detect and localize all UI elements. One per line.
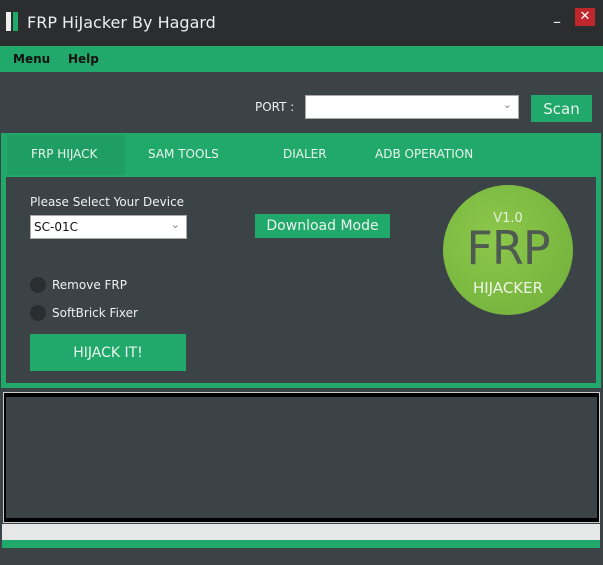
- remove-frp-radio[interactable]: [30, 277, 46, 293]
- tab-sam-tools[interactable]: SAM TOOLS: [148, 147, 219, 161]
- app-logo-icon: [6, 12, 11, 31]
- tab-frp-hijack[interactable]: FRP HIJACK: [31, 147, 97, 161]
- device-value: SC-01C: [34, 220, 78, 234]
- close-button[interactable]: ✕: [575, 8, 595, 26]
- menu-bar: Menu Help: [0, 46, 603, 72]
- port-label: PORT :: [255, 100, 295, 114]
- app-logo-icon-bar: [13, 12, 18, 31]
- download-mode-button[interactable]: Download Mode: [255, 214, 390, 238]
- device-label: Please Select Your Device: [30, 195, 185, 209]
- hijack-it-button[interactable]: HIJACK IT!: [30, 334, 186, 371]
- title-bar: FRP HiJacker By Hagard – ✕: [0, 0, 603, 46]
- logo-hijacker: HIJACKER: [472, 279, 544, 297]
- menu-item-help[interactable]: Help: [68, 52, 99, 66]
- chevron-down-icon: ⌄: [502, 98, 512, 111]
- port-select[interactable]: ⌄: [305, 95, 519, 119]
- status-strip: [2, 540, 600, 548]
- softbrick-fixer-label[interactable]: SoftBrick Fixer: [52, 306, 138, 320]
- menu-item-menu[interactable]: Menu: [13, 52, 50, 66]
- window-title: FRP HiJacker By Hagard: [27, 13, 216, 32]
- frp-hijacker-logo: V1.0 FRP HIJACKER: [443, 185, 573, 315]
- remove-frp-label[interactable]: Remove FRP: [52, 278, 127, 292]
- log-output[interactable]: [3, 392, 600, 523]
- minimize-button[interactable]: –: [553, 12, 561, 31]
- scan-button[interactable]: Scan: [531, 95, 592, 122]
- progress-bar: [2, 524, 600, 540]
- logo-frp: FRP: [466, 221, 550, 275]
- tab-dialer[interactable]: DIALER: [283, 147, 327, 161]
- tab-adb-operation[interactable]: ADB OPERATION: [375, 147, 473, 161]
- softbrick-fixer-radio[interactable]: [30, 305, 46, 321]
- device-select[interactable]: SC-01C ⌄: [30, 215, 187, 239]
- chevron-down-icon: ⌄: [170, 218, 180, 231]
